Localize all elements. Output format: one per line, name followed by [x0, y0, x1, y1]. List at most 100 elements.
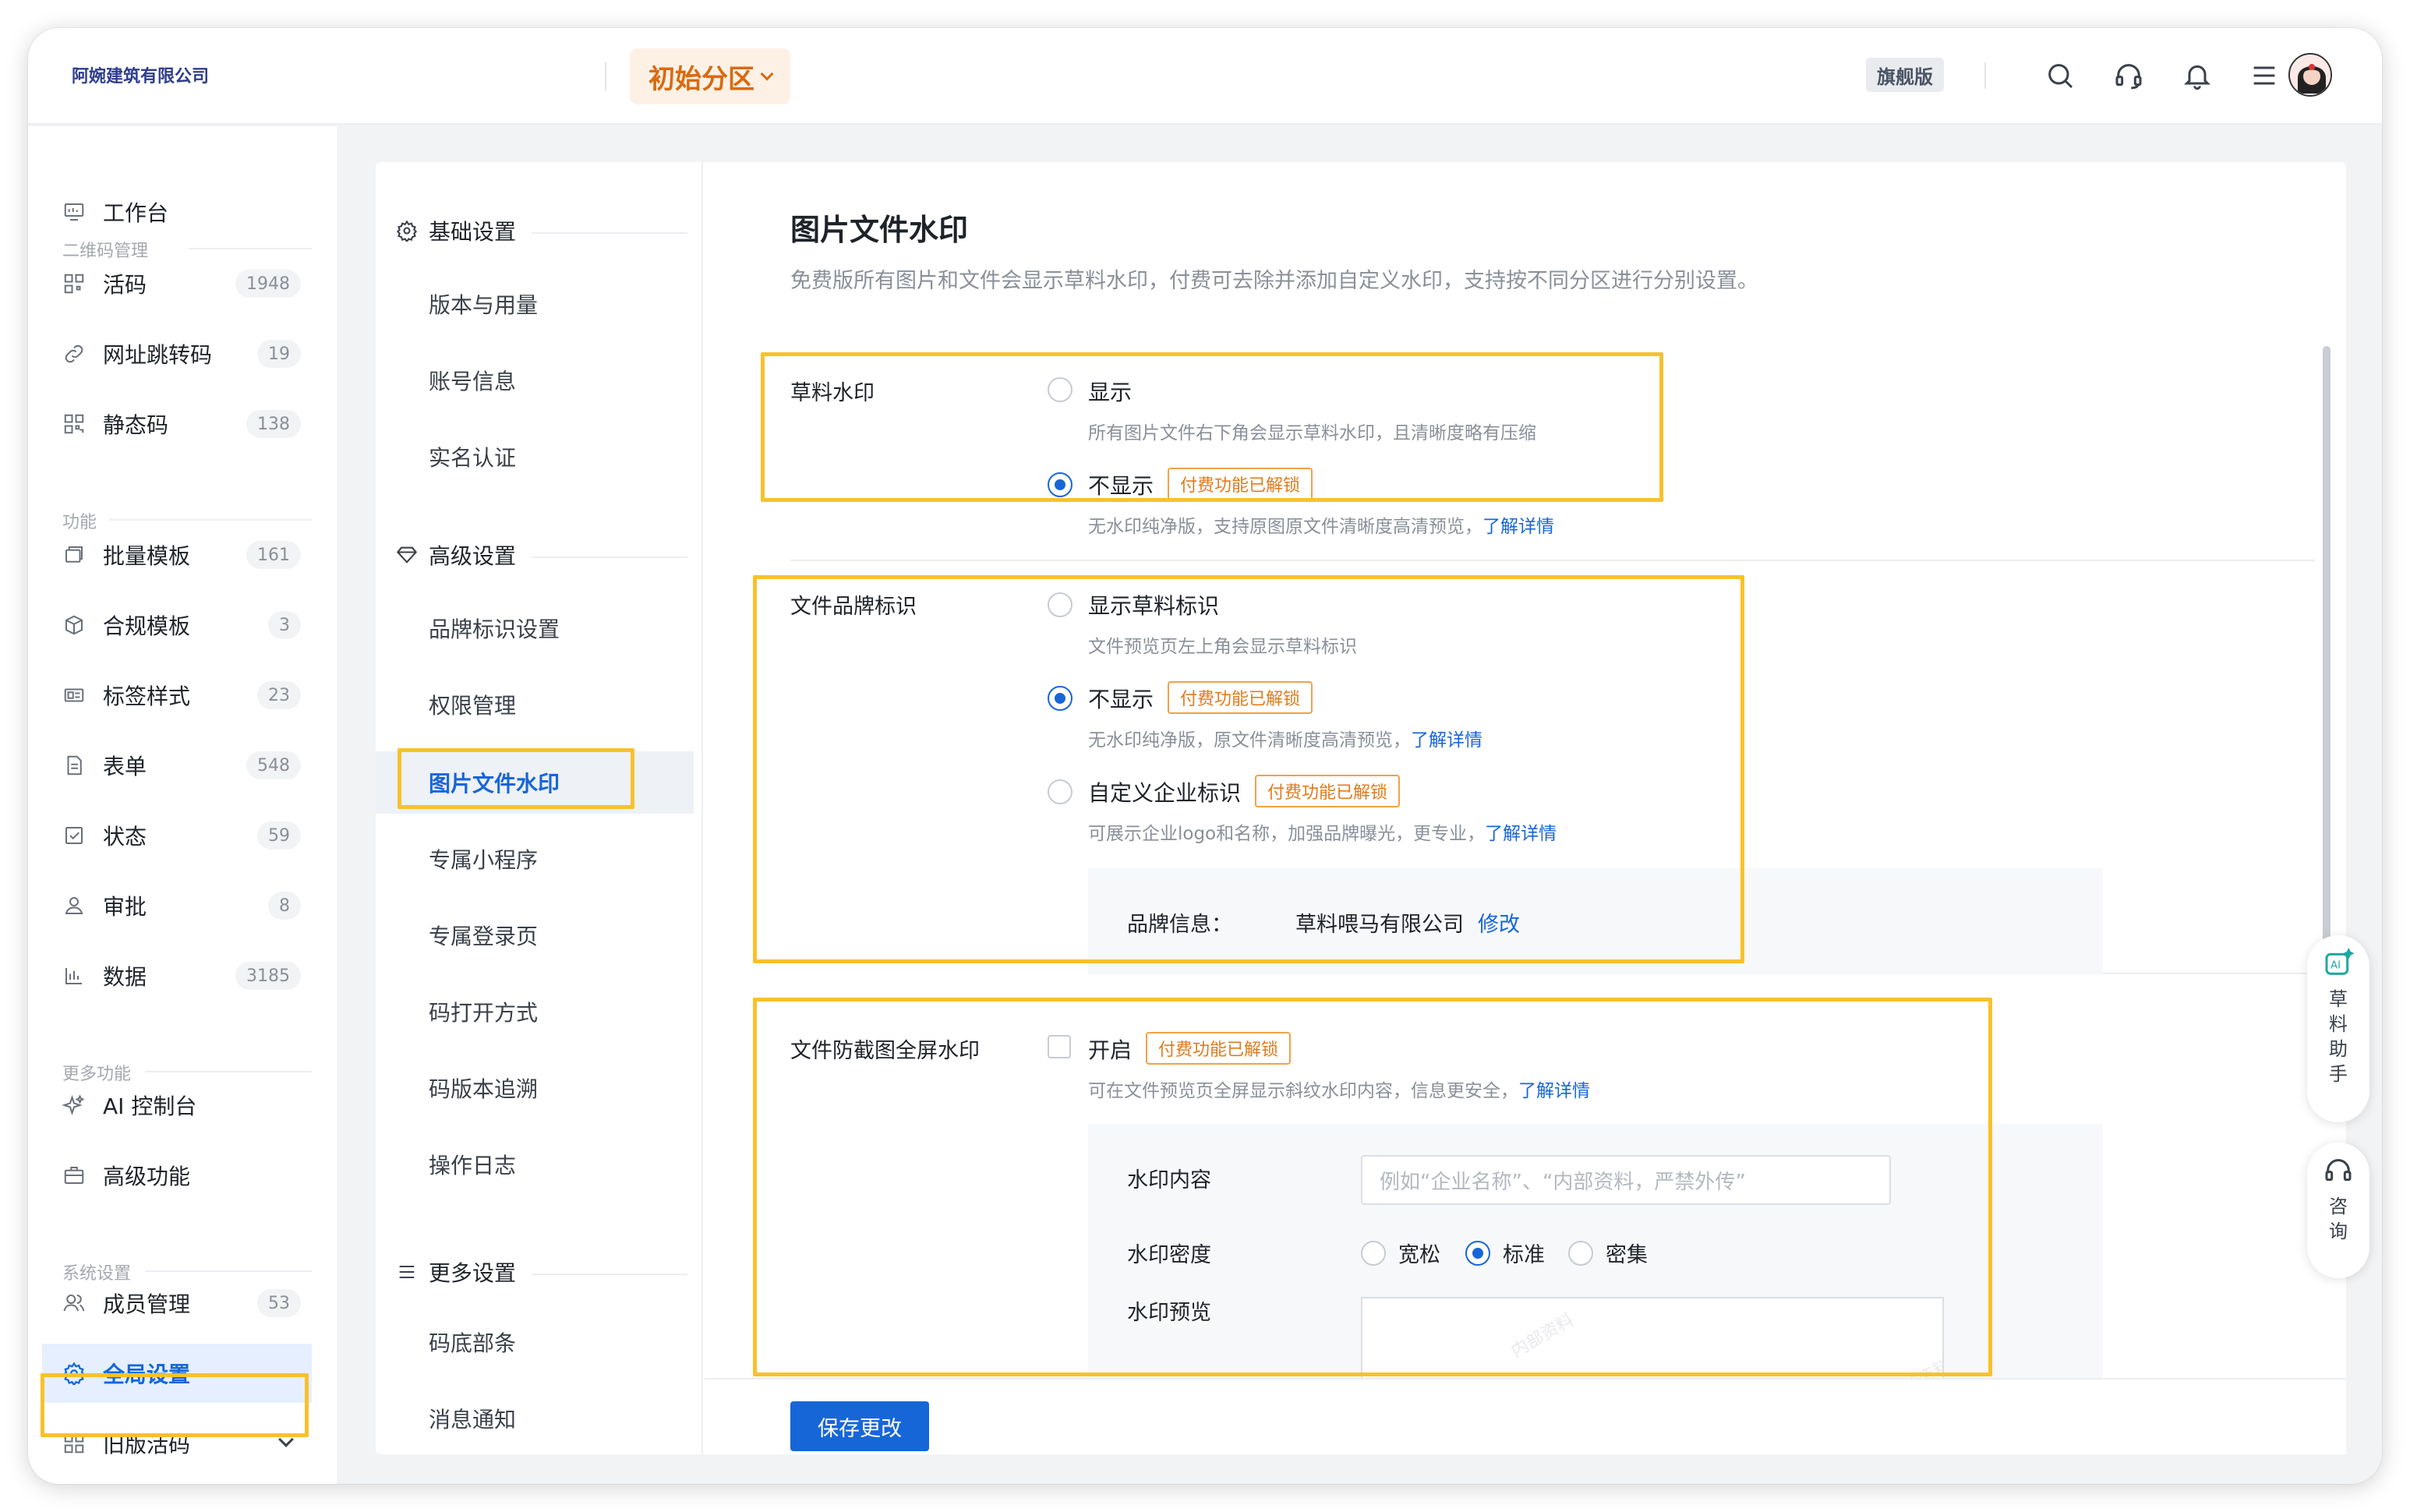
menu-icon[interactable]	[2243, 55, 2285, 97]
subnav-section-more: 更多设置	[396, 1256, 516, 1288]
count-badge: 161	[246, 541, 301, 569]
subnav-item-real-name[interactable]: 实名认证	[376, 426, 694, 488]
radio-show-brand[interactable]	[1048, 592, 1072, 617]
status-check-icon	[61, 822, 87, 849]
radio-density-loose[interactable]	[1361, 1241, 1386, 1266]
subnav-item-login-page[interactable]: 专属登录页	[376, 904, 694, 966]
sidebar-item-old-live-code[interactable]: 旧版活码	[42, 1414, 312, 1473]
subnav-item-open-method[interactable]: 码打开方式	[376, 980, 694, 1043]
approval-user-icon	[61, 892, 87, 919]
ai-assistant-button[interactable]: AI 草料助手	[2307, 935, 2369, 1122]
sidebar-item-label: 全局设置	[103, 1362, 191, 1387]
briefcase-icon	[61, 1162, 87, 1189]
headset-icon[interactable]	[2108, 55, 2150, 97]
subnav-item-mini-program[interactable]: 专属小程序	[376, 828, 694, 890]
watermark-content-input[interactable]: 例如“企业名称”、“内部资料，严禁外传”	[1361, 1155, 1891, 1205]
radio-density-standard[interactable]	[1465, 1241, 1490, 1266]
sidebar-item-approval[interactable]: 审批 8	[42, 876, 312, 935]
section-label-draft-watermark: 草料水印	[790, 381, 875, 405]
sidebar-item-label: 审批	[103, 894, 147, 920]
page-title: 图片文件水印	[790, 213, 969, 247]
settings-subnav: 基础设置 版本与用量 账号信息 实名认证 高级设置 品牌标识设置 权限管理 图片…	[376, 162, 703, 1454]
subnav-item-watermark[interactable]: 图片文件水印	[376, 751, 694, 814]
divider	[532, 556, 687, 558]
sidebar-item-label-style[interactable]: 标签样式 23	[42, 666, 312, 725]
brand-info-value: 草料喂马有限公司	[1295, 913, 1464, 937]
edition-badge[interactable]: 旗舰版	[1866, 58, 1944, 92]
density-option-label: 标准	[1503, 1243, 1545, 1267]
learn-more-link[interactable]: 了解详情	[1485, 824, 1557, 844]
subnav-item-account-info[interactable]: 账号信息	[376, 349, 694, 412]
sidebar-item-global-settings[interactable]: 全局设置	[42, 1344, 312, 1403]
option-description: 无水印纯净版，支持原图原文件清晰度高清预览，了解详情	[1088, 517, 1554, 537]
checkbox-enable-fullscreen-watermark[interactable]	[1048, 1035, 1071, 1058]
subnav-item-version-trace[interactable]: 码版本追溯	[376, 1057, 694, 1119]
sidebar-item-batch-template[interactable]: 批量模板 161	[42, 525, 312, 585]
sidebar-item-live-code[interactable]: 活码 1948	[42, 254, 312, 313]
paid-unlocked-tag: 付费功能已解锁	[1168, 681, 1313, 714]
learn-more-link[interactable]: 了解详情	[1518, 1081, 1590, 1101]
divider	[1984, 62, 1986, 89]
subnav-item-notifications[interactable]: 消息通知	[376, 1387, 694, 1450]
learn-more-link[interactable]: 了解详情	[1411, 730, 1482, 751]
static-qrcode-icon	[61, 411, 87, 437]
option-description: 文件预览页左上角会显示草料标识	[1088, 637, 1357, 657]
edit-brand-link[interactable]: 修改	[1478, 907, 1520, 938]
sidebar-item-label: 成员管理	[103, 1291, 191, 1317]
gear-icon	[396, 220, 418, 242]
bell-icon[interactable]	[2176, 55, 2218, 97]
divider	[605, 62, 606, 90]
partition-selector[interactable]: 初始分区	[630, 48, 790, 104]
sidebar-item-data[interactable]: 数据 3185	[42, 946, 312, 1005]
avatar[interactable]	[2288, 53, 2332, 97]
paid-unlocked-tag: 付费功能已解锁	[1255, 775, 1401, 807]
subnav-item-operation-log[interactable]: 操作日志	[376, 1133, 694, 1196]
density-option-label: 密集	[1606, 1243, 1648, 1267]
save-button[interactable]: 保存更改	[790, 1401, 929, 1451]
ai-assistant-icon: AI	[2325, 948, 2354, 975]
consult-button[interactable]: 咨询	[2307, 1143, 2369, 1278]
form-icon	[61, 752, 87, 779]
radio-hide-brand[interactable]	[1048, 686, 1072, 711]
subnav-item-version-usage[interactable]: 版本与用量	[376, 273, 694, 335]
page-description: 免费版所有图片和文件会显示草料水印，付费可去除并添加自定义水印，支持按不同分区进…	[790, 269, 1758, 293]
sidebar-item-label: 静态码	[103, 412, 169, 438]
radio-hide-watermark[interactable]	[1048, 472, 1072, 497]
company-name[interactable]: 阿婉建筑有限公司	[72, 62, 209, 87]
subnav-item-brand-mark[interactable]: 品牌标识设置	[376, 597, 694, 659]
sidebar-item-workbench[interactable]: 工作台	[42, 182, 312, 242]
batch-template-icon	[61, 542, 87, 568]
option-description: 所有图片文件右下角会显示草料水印，且清晰度略有压缩	[1088, 423, 1536, 443]
sidebar-item-status[interactable]: 状态 59	[42, 806, 312, 865]
search-icon[interactable]	[2039, 55, 2081, 97]
sidebar-item-label: AI 控制台	[103, 1093, 197, 1119]
radio-show-watermark[interactable]	[1048, 377, 1072, 402]
learn-more-link[interactable]: 了解详情	[1482, 517, 1554, 537]
sidebar-item-members[interactable]: 成员管理 53	[42, 1274, 312, 1333]
sidebar-item-form[interactable]: 表单 548	[42, 736, 312, 795]
option-label: 显示草料标识	[1088, 593, 1220, 619]
subnav-item-bottom-bar[interactable]: 码底部条	[376, 1311, 694, 1373]
watermark-density-label: 水印密度	[1127, 1243, 1211, 1267]
divider	[790, 560, 2315, 561]
radio-custom-brand[interactable]	[1048, 779, 1072, 804]
count-badge: 19	[257, 340, 301, 368]
subnav-section-advanced: 高级设置	[396, 539, 516, 571]
brand-info-box: 品牌信息： 草料喂马有限公司 修改	[1088, 868, 2103, 974]
sidebar-item-advanced-features[interactable]: 高级功能	[42, 1146, 312, 1205]
sparkle-icon	[61, 1092, 87, 1118]
subnav-item-permissions[interactable]: 权限管理	[376, 673, 694, 736]
sidebar-item-static-code[interactable]: 静态码 138	[42, 394, 312, 454]
radio-density-dense[interactable]	[1568, 1241, 1593, 1266]
section-label-anti-screenshot: 文件防截图全屏水印	[790, 1039, 980, 1063]
ai-assistant-label: 草料助手	[2329, 988, 2348, 1085]
count-badge: 3	[268, 611, 301, 639]
top-bar: 阿婉建筑有限公司 初始分区 旗舰版	[28, 28, 2382, 125]
sidebar-item-compliance-template[interactable]: 合规模板 3	[42, 595, 312, 655]
sidebar-item-label: 高级功能	[103, 1164, 191, 1189]
sidebar-item-ai-console[interactable]: AI 控制台	[42, 1076, 312, 1135]
sidebar-item-url-redirect[interactable]: 网址跳转码 19	[42, 324, 312, 383]
paid-unlocked-tag: 付费功能已解锁	[1146, 1032, 1292, 1065]
main-panel: 图片文件水印 免费版所有图片和文件会显示草料水印，付费可去除并添加自定义水印，支…	[705, 162, 2346, 1454]
subnav-section-label: 更多设置	[429, 1260, 517, 1286]
